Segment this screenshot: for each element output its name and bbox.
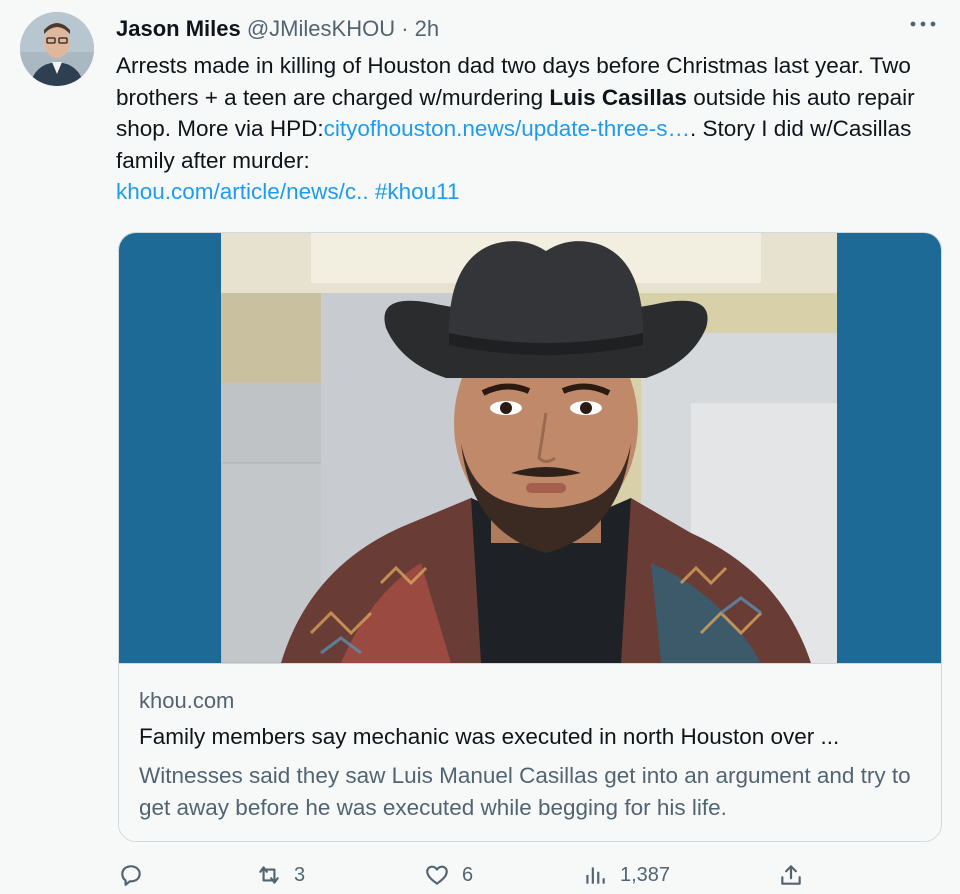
hashtag-link[interactable]: #khou11 bbox=[375, 179, 460, 204]
views-chart-icon bbox=[586, 867, 605, 884]
card-description: Witnesses said they saw Luis Manuel Casi… bbox=[139, 763, 911, 820]
heart-icon bbox=[426, 865, 448, 885]
mention-name: Luis Casillas bbox=[549, 84, 687, 110]
hpd-link[interactable]: cityofhouston.news/update-three-s… bbox=[324, 116, 690, 141]
card-photo bbox=[221, 233, 837, 663]
reply-button[interactable] bbox=[118, 862, 144, 888]
link-preview-card[interactable]: khou.com Family members say mechanic was… bbox=[118, 232, 942, 842]
tweet-actions: 3 6 1,387 bbox=[118, 862, 940, 892]
retweet-icon bbox=[259, 866, 279, 884]
reply-icon bbox=[121, 865, 141, 886]
photo-man-in-cowboy-hat bbox=[221, 233, 837, 663]
card-body[interactable]: khou.com Family members say mechanic was… bbox=[119, 663, 941, 841]
share-icon bbox=[781, 865, 801, 885]
khou-article-link[interactable]: khou.com/article/news/c.. bbox=[116, 179, 369, 204]
tweet-header: Jason Miles @JMilesKHOU · 2h bbox=[116, 14, 900, 44]
card-domain: khou.com bbox=[139, 688, 235, 713]
card-title: Family members say mechanic was executed… bbox=[139, 724, 840, 749]
views-count: 1,387 bbox=[620, 863, 671, 886]
author-avatar[interactable] bbox=[20, 12, 94, 86]
more-horizontal-icon bbox=[910, 21, 936, 27]
author-name[interactable]: Jason Miles bbox=[116, 16, 241, 41]
avatar-image bbox=[20, 12, 94, 86]
tweet-text: Arrests made in killing of Houston dad t… bbox=[116, 50, 936, 208]
author-handle[interactable]: @JMilesKHOU bbox=[247, 16, 395, 41]
retweet-count: 3 bbox=[294, 863, 306, 886]
like-count: 6 bbox=[462, 863, 474, 886]
like-button[interactable]: 6 bbox=[424, 862, 473, 888]
card-image[interactable] bbox=[119, 233, 941, 663]
header-separator: · bbox=[401, 16, 409, 41]
share-button[interactable] bbox=[778, 862, 804, 888]
retweet-button[interactable]: 3 bbox=[256, 862, 305, 888]
views-button[interactable]: 1,387 bbox=[582, 862, 670, 888]
tweet-timestamp[interactable]: 2h bbox=[415, 16, 439, 41]
more-options-button[interactable] bbox=[908, 14, 938, 37]
